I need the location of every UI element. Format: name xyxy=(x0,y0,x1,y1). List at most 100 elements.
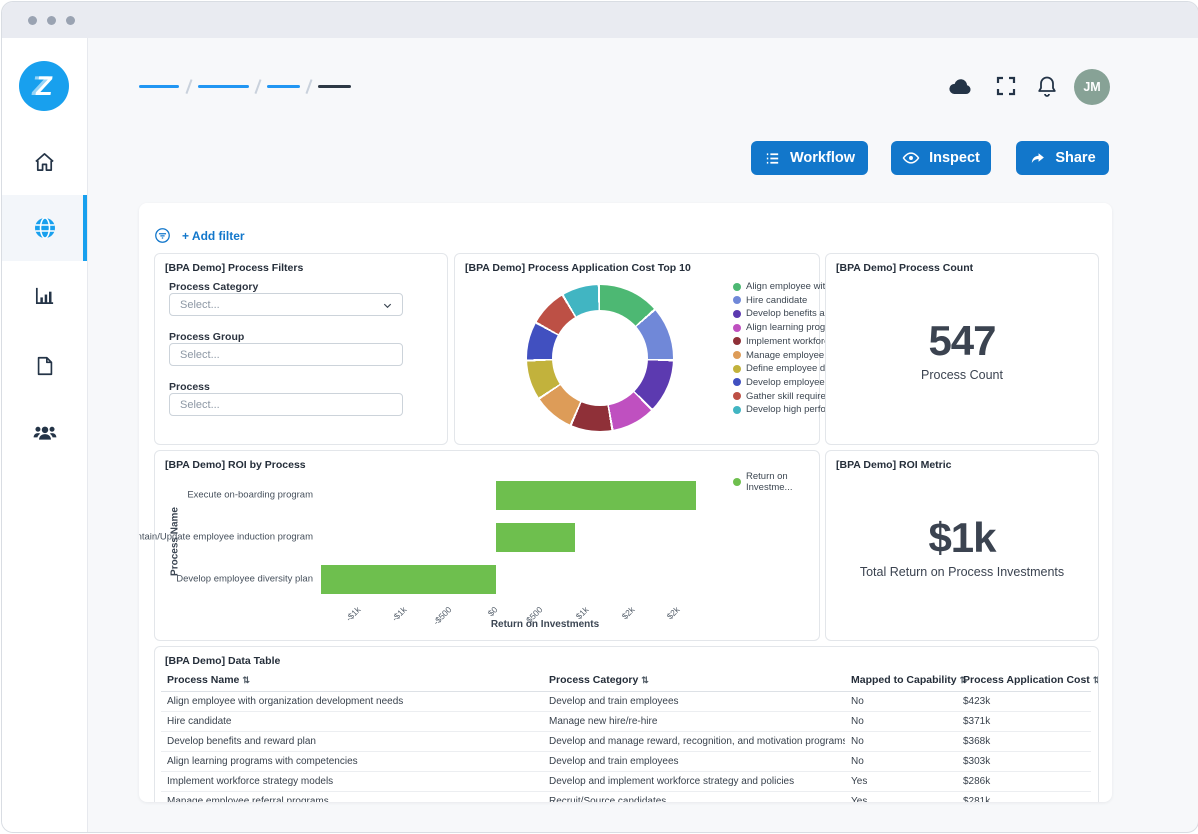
legend-dot xyxy=(733,392,741,400)
breadcrumb-separator xyxy=(305,79,312,94)
table-cell: $371k xyxy=(957,712,1091,732)
table-row: Implement workforce strategy modelsDevel… xyxy=(161,772,1091,792)
window-control-dot[interactable] xyxy=(47,16,56,25)
process-category-select[interactable]: Select... xyxy=(169,293,403,316)
legend-item[interactable]: Gather skill require... xyxy=(733,390,834,403)
filter-menu-button[interactable] xyxy=(154,227,171,249)
legend-item[interactable]: Implement workforc... xyxy=(733,335,837,348)
notifications-button[interactable] xyxy=(1035,73,1059,100)
card-process-filters: [BPA Demo] Process Filters Process Categ… xyxy=(154,253,448,445)
card-roi-metric: [BPA Demo] ROI Metric $1k Total Return o… xyxy=(825,450,1099,641)
table-cell: Manage employee referral programs xyxy=(161,792,543,803)
legend-dot xyxy=(733,310,741,318)
card-roi-by-process: [BPA Demo] ROI by Process Process Name -… xyxy=(154,450,820,641)
sidebar-item-dashboards[interactable] xyxy=(2,195,87,261)
card-title: [BPA Demo] Data Table xyxy=(165,655,280,667)
donut-chart xyxy=(527,285,673,431)
inspect-button[interactable]: Inspect xyxy=(891,141,991,175)
window-titlebar xyxy=(2,2,1198,38)
sidebar-item-documents[interactable] xyxy=(2,333,87,399)
table-cell: Develop and train employees xyxy=(543,752,845,772)
legend-item[interactable]: Align learning progr... xyxy=(733,321,836,334)
legend-item[interactable]: Develop high perfor... xyxy=(733,403,836,416)
legend-dot xyxy=(733,478,741,486)
table-cell: Align employee with organization develop… xyxy=(161,692,543,712)
cloud-icon xyxy=(944,73,976,101)
logo-letter: Z xyxy=(34,71,55,102)
window-control-dot[interactable] xyxy=(28,16,37,25)
roi-bar xyxy=(496,523,575,552)
list-icon xyxy=(764,150,781,167)
table-column-header[interactable]: Process Application Cost⇅ xyxy=(957,669,1091,692)
share-button[interactable]: Share xyxy=(1016,141,1109,175)
card-title: [BPA Demo] Process Filters xyxy=(165,262,303,274)
avatar-initials: JM xyxy=(1083,80,1100,94)
table-cell: No xyxy=(845,692,957,712)
workflow-button-label: Workflow xyxy=(790,150,855,166)
legend-item[interactable]: Develop benefits an... xyxy=(733,307,838,320)
roi-category-label: Develop employee diversity plan xyxy=(139,574,313,585)
cloud-button[interactable] xyxy=(944,73,976,101)
card-cost-top10: [BPA Demo] Process Application Cost Top … xyxy=(454,253,820,445)
sidebar-item-home[interactable] xyxy=(2,129,87,195)
table-column-header[interactable]: Mapped to Capability⇅ xyxy=(845,669,957,692)
breadcrumb-separator xyxy=(254,79,261,94)
breadcrumb-link[interactable] xyxy=(139,85,179,88)
sort-icon: ⇅ xyxy=(641,675,649,685)
sidebar: Z xyxy=(2,38,88,832)
legend-label: Develop high perfor... xyxy=(746,404,836,415)
field-label: Process Group xyxy=(169,331,244,343)
add-filter-button[interactable]: + Add filter xyxy=(182,229,245,243)
process-group-select[interactable]: Select... xyxy=(169,343,403,366)
legend-dot xyxy=(733,324,741,332)
roi-category-label: Execute on-boarding program xyxy=(139,490,313,501)
table-row: Hire candidateManage new hire/re-hireNo$… xyxy=(161,712,1091,732)
chevron-down-icon xyxy=(382,300,393,314)
table-row: Align employee with organization develop… xyxy=(161,692,1091,712)
window-control-dot[interactable] xyxy=(66,16,75,25)
app-logo[interactable]: Z xyxy=(19,61,69,111)
table-cell: Recruit/Source candidates xyxy=(543,792,845,803)
legend-dot xyxy=(733,351,741,359)
users-icon xyxy=(32,419,58,445)
fullscreen-button[interactable] xyxy=(994,73,1018,99)
legend-item[interactable]: Hire candidate xyxy=(733,294,807,307)
breadcrumb-link[interactable] xyxy=(198,85,249,88)
process-count-value: 547 xyxy=(928,320,995,362)
x-axis-label: Return on Investments xyxy=(395,619,695,630)
table-cell: $303k xyxy=(957,752,1091,772)
roi-legend-item[interactable]: Return on Investme... xyxy=(733,471,819,493)
table-cell: Develop and train employees xyxy=(543,692,845,712)
legend-item[interactable]: Define employee de... xyxy=(733,362,838,375)
legend-item[interactable]: Align employee with... xyxy=(733,280,838,293)
table-cell: Yes xyxy=(845,772,957,792)
legend-dot xyxy=(733,378,741,386)
card-data-table: [BPA Demo] Data Table Process Name⇅Proce… xyxy=(154,646,1099,802)
roi-bar xyxy=(321,565,496,594)
legend-item[interactable]: Develop employee c... xyxy=(733,376,840,389)
field-label: Process Category xyxy=(169,281,258,293)
process-select[interactable]: Select... xyxy=(169,393,403,416)
table-cell: $286k xyxy=(957,772,1091,792)
bar-chart-icon xyxy=(33,284,56,307)
legend-dot xyxy=(733,283,741,291)
table-cell: $423k xyxy=(957,692,1091,712)
legend-item[interactable]: Manage employee r... xyxy=(733,349,837,362)
share-arrow-icon xyxy=(1029,150,1046,167)
workflow-button[interactable]: Workflow xyxy=(751,141,868,175)
roi-category-label: Maintain/Update employee induction progr… xyxy=(139,532,313,543)
breadcrumb-link[interactable] xyxy=(267,85,300,88)
filter-icon xyxy=(154,227,171,244)
avatar[interactable]: JM xyxy=(1074,69,1110,105)
globe-icon xyxy=(33,216,57,240)
table-cell: Develop and manage reward, recognition, … xyxy=(543,732,845,752)
table-column-header[interactable]: Process Category⇅ xyxy=(543,669,845,692)
breadcrumb-separator xyxy=(185,79,192,94)
sidebar-item-reports[interactable] xyxy=(2,262,87,328)
legend-label: Return on Investme... xyxy=(746,471,819,493)
table-column-header[interactable]: Process Name⇅ xyxy=(161,669,543,692)
table-cell: No xyxy=(845,712,957,732)
table-cell: No xyxy=(845,732,957,752)
legend-dot xyxy=(733,406,741,414)
sidebar-item-users[interactable] xyxy=(2,399,87,465)
